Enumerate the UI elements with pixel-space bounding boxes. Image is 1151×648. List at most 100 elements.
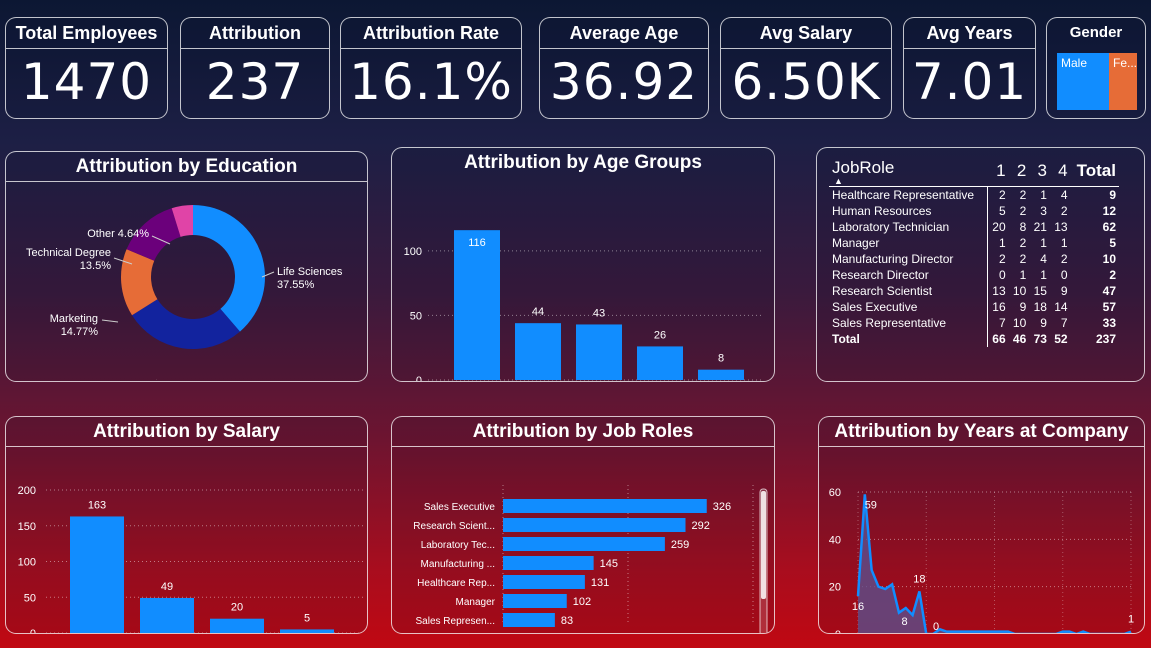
matrix-cell: 2 [1019,236,1027,250]
education-donut-chart[interactable]: Life Sciences37.55%Medical 26.58%Marketi… [6,182,367,381]
kpi-attribution: Attribution 237 [180,17,330,119]
chart-title: Attribution by Education [6,152,367,182]
matrix-header-total[interactable]: Total [1070,156,1119,187]
data-label: 43 [593,307,605,319]
matrix-cell: 5 [986,203,1009,219]
donut-label: Life Sciences 37.55% [277,266,343,291]
donut-slice[interactable] [193,205,265,332]
matrix-cell: 1 [986,235,1009,251]
matrix-row[interactable]: Research Scientist 13 10 15 9 47 [829,283,1119,299]
matrix-cell: 2 [986,251,1009,267]
bar[interactable] [454,230,500,380]
matrix-row-total: 62 [1102,220,1116,234]
kpi-value: 7.01 [911,53,1028,111]
data-label: 131 [591,577,609,589]
matrix-header-jobrole[interactable]: JobRole ▲ [829,156,988,187]
matrix-row[interactable]: Human Resources 5 2 3 2 12 [829,203,1119,219]
y-tick-label: 0 [416,375,422,381]
chart-title: Attribution by Age Groups [464,152,702,173]
years-line-chart[interactable]: 0204060010203040165981801 [819,447,1144,633]
donut-label-line: Life Sciences [277,266,343,278]
sort-ascending-icon[interactable]: ▲ [834,177,984,186]
gender-treemap[interactable]: Male Fe... [1057,53,1137,110]
matrix-row[interactable]: Sales Representative 7 10 9 7 33 [829,315,1119,331]
data-label: 44 [532,306,544,318]
matrix-row[interactable]: Manager 1 2 1 1 5 [829,235,1119,251]
matrix-cell: 1 [1040,268,1047,282]
matrix-row[interactable]: Sales Executive 16 9 18 14 57 [829,299,1119,315]
bar[interactable] [515,323,561,380]
bar[interactable] [140,597,194,633]
donut-label-line: Other 4.64% [87,228,149,240]
data-label: 116 [468,237,486,249]
matrix-row-label: Human Resources [832,204,932,218]
matrix-header-col[interactable]: 4 [1049,156,1071,187]
gender-female-segment[interactable]: Fe... [1109,53,1137,110]
jobroles-chart-card: Attribution by Job Roles 0200400326Sales… [391,416,775,634]
y-tick-label: 40 [829,534,841,546]
bar[interactable] [210,618,264,633]
y-tick-label: 0 [835,629,841,633]
kpi-value: 6.50K [731,53,881,111]
kpi-value: 1470 [20,53,153,111]
age-groups-bar-chart[interactable]: 05010011626-354418-254336-452646-55855+ [392,178,774,381]
bar[interactable] [576,324,622,380]
matrix-total-row[interactable]: Total 66 46 73 52 237 [829,331,1119,347]
jobroles-bar-chart[interactable]: 0200400326Sales Executive292Research Sci… [392,447,774,633]
bar[interactable] [503,613,555,627]
matrix-cell: 8 [1019,220,1027,234]
matrix-row[interactable]: Manufacturing Director 2 2 4 2 10 [829,251,1119,267]
y-tick-label: Sales Executive [424,502,496,513]
matrix-row-total: 237 [1095,332,1116,346]
bar[interactable] [280,629,334,633]
matrix-row[interactable]: Healthcare Representative 2 2 1 4 9 [829,186,1119,203]
matrix-row-label: Manufacturing Director [832,252,954,266]
bar[interactable] [503,537,665,551]
bar[interactable] [698,369,744,380]
matrix-cell: 4 [1040,252,1047,266]
data-label: 18 [913,573,925,585]
matrix-cell: 4 [1060,188,1068,202]
data-label: 145 [600,558,618,570]
salary-bar-chart[interactable]: 050100150200163Upto 5k495k-10k2010k-15k5… [6,447,367,633]
jobrole-matrix-card: JobRole ▲ 1 2 3 4 Total Healthcare Repres… [816,147,1145,382]
matrix-row[interactable]: Laboratory Technician 20 8 21 13 62 [829,219,1119,235]
bar[interactable] [503,556,594,570]
kpi-average-age: Average Age 36.92 [539,17,709,119]
matrix-header-col[interactable]: 1 [987,156,1009,187]
matrix-cell: 20 [986,219,1009,235]
matrix-row[interactable]: Research Director 0 1 1 0 2 [829,267,1119,283]
matrix-cell: 18 [1033,300,1047,314]
y-tick-label: 20 [829,582,841,594]
y-tick-label: 50 [24,592,36,604]
kpi-title: Attribution [181,18,329,49]
chart-title: Attribution by Years at Company [819,417,1144,447]
bar[interactable] [503,594,567,608]
kpi-value: 16.1% [349,53,513,111]
y-tick-label: Healthcare Rep... [417,578,495,589]
y-tick-label: 50 [410,310,422,322]
y-tick-label: 200 [18,485,36,497]
y-tick-label: Laboratory Tec... [421,540,495,551]
matrix-header-col[interactable]: 2 [1008,156,1030,187]
bar[interactable] [70,516,124,633]
gender-male-segment[interactable]: Male [1057,53,1109,110]
matrix-row-total: 57 [1102,300,1116,314]
data-label: 8 [718,353,724,365]
matrix-header-col[interactable]: 3 [1029,156,1050,187]
matrix-row-total: 10 [1102,252,1116,266]
bar[interactable] [503,575,585,589]
bar[interactable] [503,499,707,513]
matrix-row-total: 9 [1109,188,1116,202]
matrix-row-label: Laboratory Technician [832,220,950,234]
bar[interactable] [503,518,686,532]
matrix-cell: 2 [1060,204,1068,218]
bar[interactable] [637,346,683,380]
y-tick-label: Sales Represen... [416,616,496,627]
scrollbar-thumb[interactable] [761,491,766,599]
gender-title: Gender [1069,24,1123,41]
kpi-title: Avg Salary [721,18,891,49]
kpi-total-employees: Total Employees 1470 [5,17,168,119]
y-tick-label: 100 [18,557,36,569]
y-tick-label: 0 [30,628,36,633]
